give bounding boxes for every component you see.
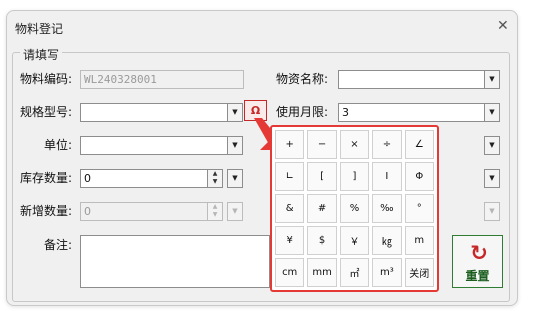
symbol-key[interactable]: cm <box>275 258 305 287</box>
symbol-key[interactable]: ° <box>404 194 434 223</box>
material-name-label: 物资名称: <box>276 72 329 86</box>
symbol-key[interactable]: m <box>404 226 434 255</box>
symbol-popup: + − × ÷ ∠ ∟[] Ⅰ Φ & #% ‰ ° ¥ $ ￥ ㎏ m cm mm ㎡ m³ 关闭 <box>270 125 439 292</box>
stock-field[interactable]: 0 <box>80 169 208 188</box>
close-icon[interactable]: ✕ <box>497 19 509 33</box>
symbol-key[interactable]: ㎏ <box>372 226 402 255</box>
symbol-key[interactable]: ∟ <box>275 162 305 191</box>
symbol-key[interactable]: mm <box>307 258 337 287</box>
symbol-key[interactable]: Φ <box>404 162 434 191</box>
stock-spinner[interactable]: ▲ ▼ <box>207 169 223 188</box>
symbol-key[interactable]: ] <box>339 162 370 191</box>
unit-label: 单位: <box>44 138 73 152</box>
symbol-key[interactable]: ¥ <box>275 226 305 255</box>
added-label: 新增数量: <box>20 204 73 218</box>
material-code-field: WL240328001 <box>80 70 244 89</box>
spec-select[interactable] <box>80 103 228 122</box>
spec-label: 规格型号: <box>20 105 73 119</box>
chevron-down-icon[interactable]: ▼ <box>484 103 500 122</box>
unit-select[interactable] <box>80 136 228 155</box>
symbol-key[interactable]: ÷ <box>372 130 402 159</box>
symbol-key[interactable]: ‰ <box>372 194 402 223</box>
months-field[interactable]: 3 <box>338 103 485 122</box>
added-field: 0 <box>80 202 208 221</box>
chevron-down-icon: ▼ <box>227 202 243 221</box>
symbol-key[interactable]: × <box>339 130 370 159</box>
material-name-select[interactable] <box>338 70 485 89</box>
symbol-key[interactable]: ￥ <box>339 226 370 255</box>
added-spinner: ▲ ▼ <box>207 202 223 221</box>
symbol-key[interactable]: % <box>339 194 370 223</box>
chevron-down-icon[interactable]: ▼ <box>227 103 243 122</box>
symbol-key[interactable]: − <box>307 130 337 159</box>
dialog-title: 物料登记 <box>15 22 64 36</box>
chevron-down-icon[interactable]: ▼ <box>484 70 500 89</box>
stock-label: 库存数量: <box>20 171 73 185</box>
chevron-down-icon: ▼ <box>484 202 500 221</box>
group-legend: 请填写 <box>20 46 63 63</box>
memo-label: 备注: <box>44 238 73 252</box>
symbol-key[interactable]: & <box>275 194 305 223</box>
reset-label: 重置 <box>465 269 490 283</box>
chevron-down-icon[interactable]: ▼ <box>227 169 243 188</box>
symbol-key[interactable]: + <box>275 130 305 159</box>
chevron-down-icon[interactable]: ▼ <box>484 136 500 155</box>
chevron-down-icon[interactable]: ▼ <box>227 136 243 155</box>
symbol-key[interactable]: Ⅰ <box>372 162 402 191</box>
memo-textarea[interactable] <box>80 235 270 288</box>
symbol-key[interactable]: $ <box>307 226 337 255</box>
material-code-label: 物料编码: <box>20 72 73 86</box>
symbol-key[interactable]: # <box>307 194 337 223</box>
reset-button[interactable]: ↻ 重置 <box>452 235 503 288</box>
chevron-down-icon[interactable]: ▼ <box>484 169 500 188</box>
refresh-icon: ↻ <box>470 241 488 265</box>
months-label: 使用月限: <box>276 105 329 119</box>
symbol-key[interactable]: m³ <box>372 258 402 287</box>
symbol-key[interactable]: ∠ <box>404 130 434 159</box>
popup-close-button[interactable]: 关闭 <box>404 258 434 287</box>
symbol-key[interactable]: [ <box>307 162 337 191</box>
symbol-key[interactable]: ㎡ <box>339 258 370 287</box>
